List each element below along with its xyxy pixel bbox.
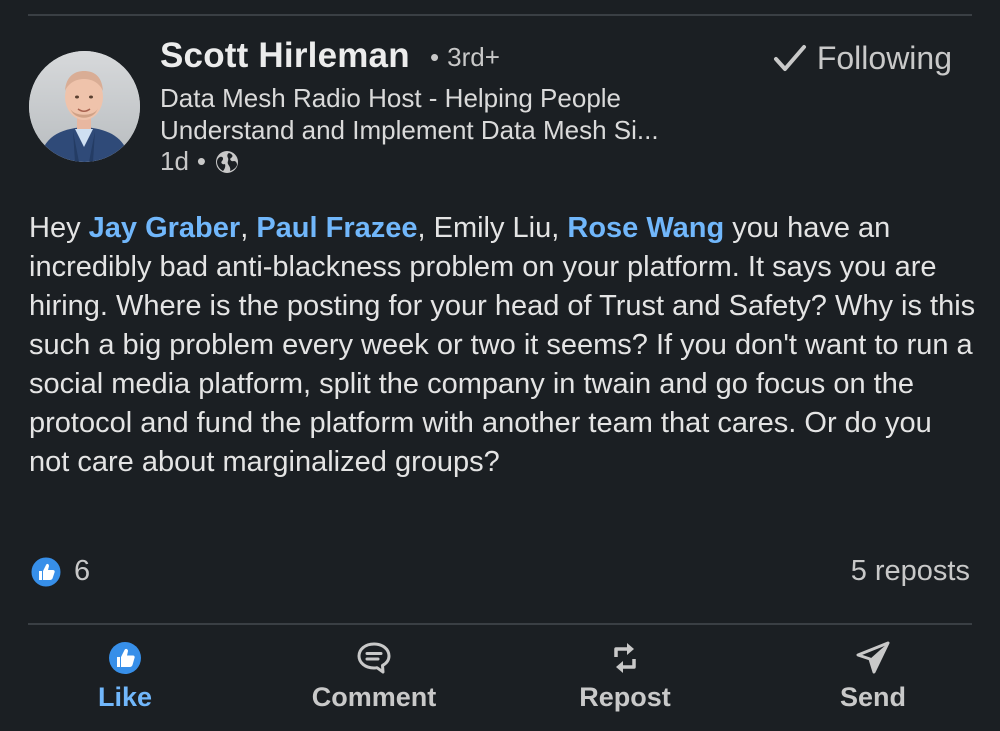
following-label: Following xyxy=(816,40,952,76)
connection-degree: • 3rd+ xyxy=(430,42,500,73)
mention-jay-graber[interactable]: Jay Graber xyxy=(89,212,241,244)
like-reaction-icon xyxy=(30,556,62,587)
like-icon xyxy=(109,642,141,674)
comment-button[interactable]: Comment xyxy=(284,640,464,713)
reposts-count[interactable]: 5 reposts xyxy=(851,555,970,588)
repost-label: Repost xyxy=(579,682,671,712)
action-bar: Like Comment Repost Send xyxy=(0,640,1000,720)
send-button[interactable]: Send xyxy=(783,640,963,713)
actions-divider xyxy=(28,623,972,625)
mention-rose-wang[interactable]: Rose Wang xyxy=(567,212,724,244)
post-body-rest: you have an incredibly bad anti-blacknes… xyxy=(29,212,976,478)
globe-icon xyxy=(216,150,239,173)
degree-separator: • xyxy=(430,42,440,72)
send-label: Send xyxy=(839,682,906,712)
post-meta: 1d • xyxy=(160,146,240,177)
send-icon xyxy=(856,641,890,674)
top-divider xyxy=(28,14,972,16)
time-separator: • xyxy=(196,146,207,176)
comment-icon xyxy=(357,642,391,674)
post-separator-2: , Emily Liu, xyxy=(417,212,568,244)
post-separator-1: , xyxy=(240,212,257,244)
degree-label: 3rd+ xyxy=(447,42,500,72)
like-label: Like xyxy=(97,682,153,712)
author-headline: Data Mesh Radio Host - Helping People Un… xyxy=(160,83,659,145)
reaction-count: 6 xyxy=(74,555,91,587)
following-button[interactable]: Following xyxy=(773,40,952,77)
like-button[interactable]: Like xyxy=(35,640,215,713)
post-time: 1d xyxy=(160,146,189,176)
post-card: Scott Hirleman • 3rd+ Following Data Mesh… xyxy=(0,0,1000,731)
post-greeting: Hey xyxy=(29,212,89,244)
repost-button[interactable]: Repost xyxy=(535,640,715,713)
checkmark-icon xyxy=(773,44,806,71)
author-name[interactable]: Scott Hirleman xyxy=(160,36,410,76)
comment-label: Comment xyxy=(311,682,437,712)
post-text: Hey Jay Graber, Paul Frazee, Emily Liu, … xyxy=(29,209,979,482)
avatar-photo xyxy=(29,51,140,162)
mention-paul-frazee[interactable]: Paul Frazee xyxy=(256,212,417,244)
avatar[interactable] xyxy=(29,51,140,162)
reaction-summary[interactable]: 6 xyxy=(30,555,90,588)
repost-icon xyxy=(614,643,636,673)
